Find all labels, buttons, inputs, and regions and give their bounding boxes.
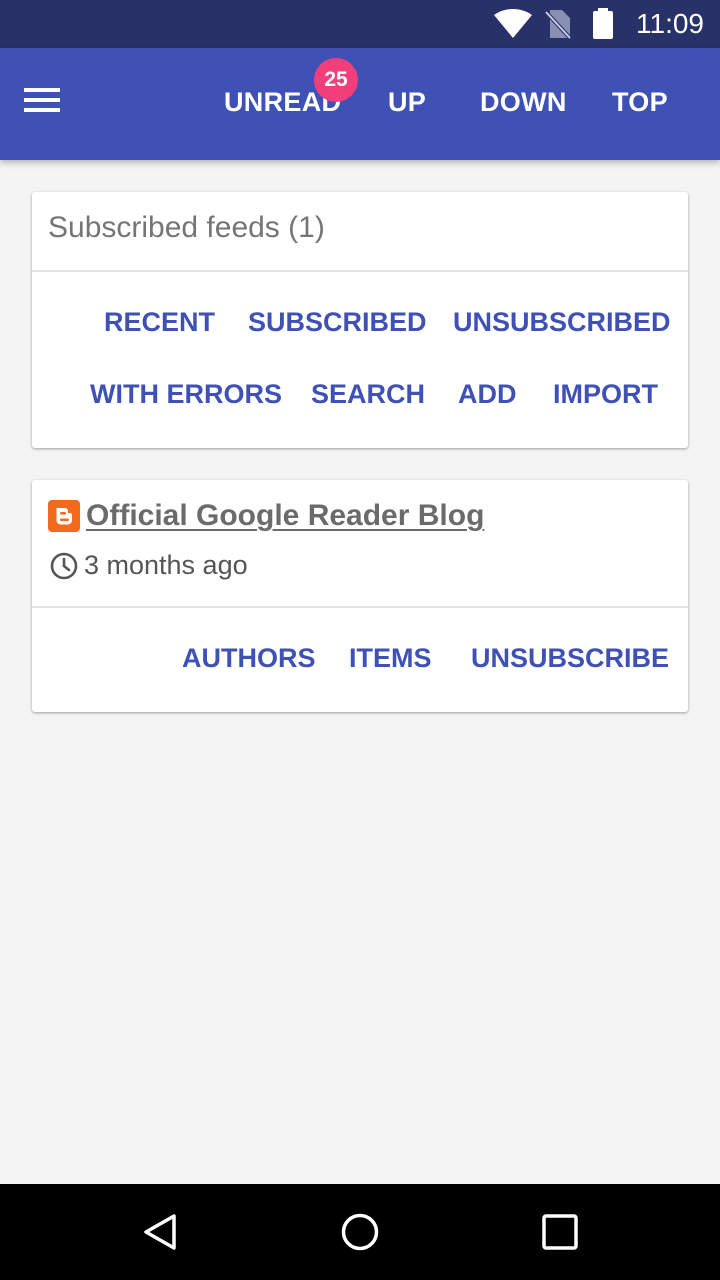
app-bar: UNREAD 25 UP DOWN TOP [0, 48, 720, 160]
recents-icon[interactable] [542, 1214, 578, 1250]
with-errors-button[interactable]: WITH ERRORS [90, 376, 282, 412]
hamburger-menu-icon[interactable] [14, 76, 70, 124]
wifi-icon [494, 9, 532, 38]
no-sim-icon [544, 10, 572, 39]
authors-button[interactable]: AUTHORS [182, 640, 316, 676]
feed-updated-time: 3 months ago [84, 550, 248, 580]
card-title: Subscribed feeds (1) [48, 211, 325, 244]
unsubscribe-button[interactable]: UNSUBSCRIBE [471, 640, 669, 676]
top-button[interactable]: TOP [612, 84, 668, 120]
subscribed-feeds-card: Subscribed feeds (1) RECENT SUBSCRIBED U… [32, 192, 688, 448]
divider [32, 606, 688, 608]
divider [32, 270, 688, 272]
home-icon[interactable] [340, 1212, 380, 1252]
feed-title-link[interactable]: Official Google Reader Blog [86, 496, 484, 536]
status-bar: 11:09 [0, 0, 720, 48]
search-button[interactable]: SEARCH [311, 376, 425, 412]
battery-icon [593, 8, 613, 39]
add-button[interactable]: ADD [458, 376, 517, 412]
feed-item-card: Official Google Reader Blog 3 months ago… [32, 480, 688, 712]
subscribed-button[interactable]: SUBSCRIBED [248, 304, 427, 340]
unread-count-badge: 25 [314, 58, 358, 102]
back-icon[interactable] [140, 1212, 180, 1252]
down-button[interactable]: DOWN [480, 84, 567, 120]
items-button[interactable]: ITEMS [349, 640, 432, 676]
system-nav-bar [0, 1184, 720, 1280]
recent-button[interactable]: RECENT [104, 304, 215, 340]
blogger-icon [48, 500, 80, 532]
up-button[interactable]: UP [388, 84, 426, 120]
unsubscribed-button[interactable]: UNSUBSCRIBED [453, 304, 671, 340]
clock-icon [50, 552, 78, 580]
import-button[interactable]: IMPORT [553, 376, 658, 412]
clock-time: 11:09 [636, 8, 704, 39]
